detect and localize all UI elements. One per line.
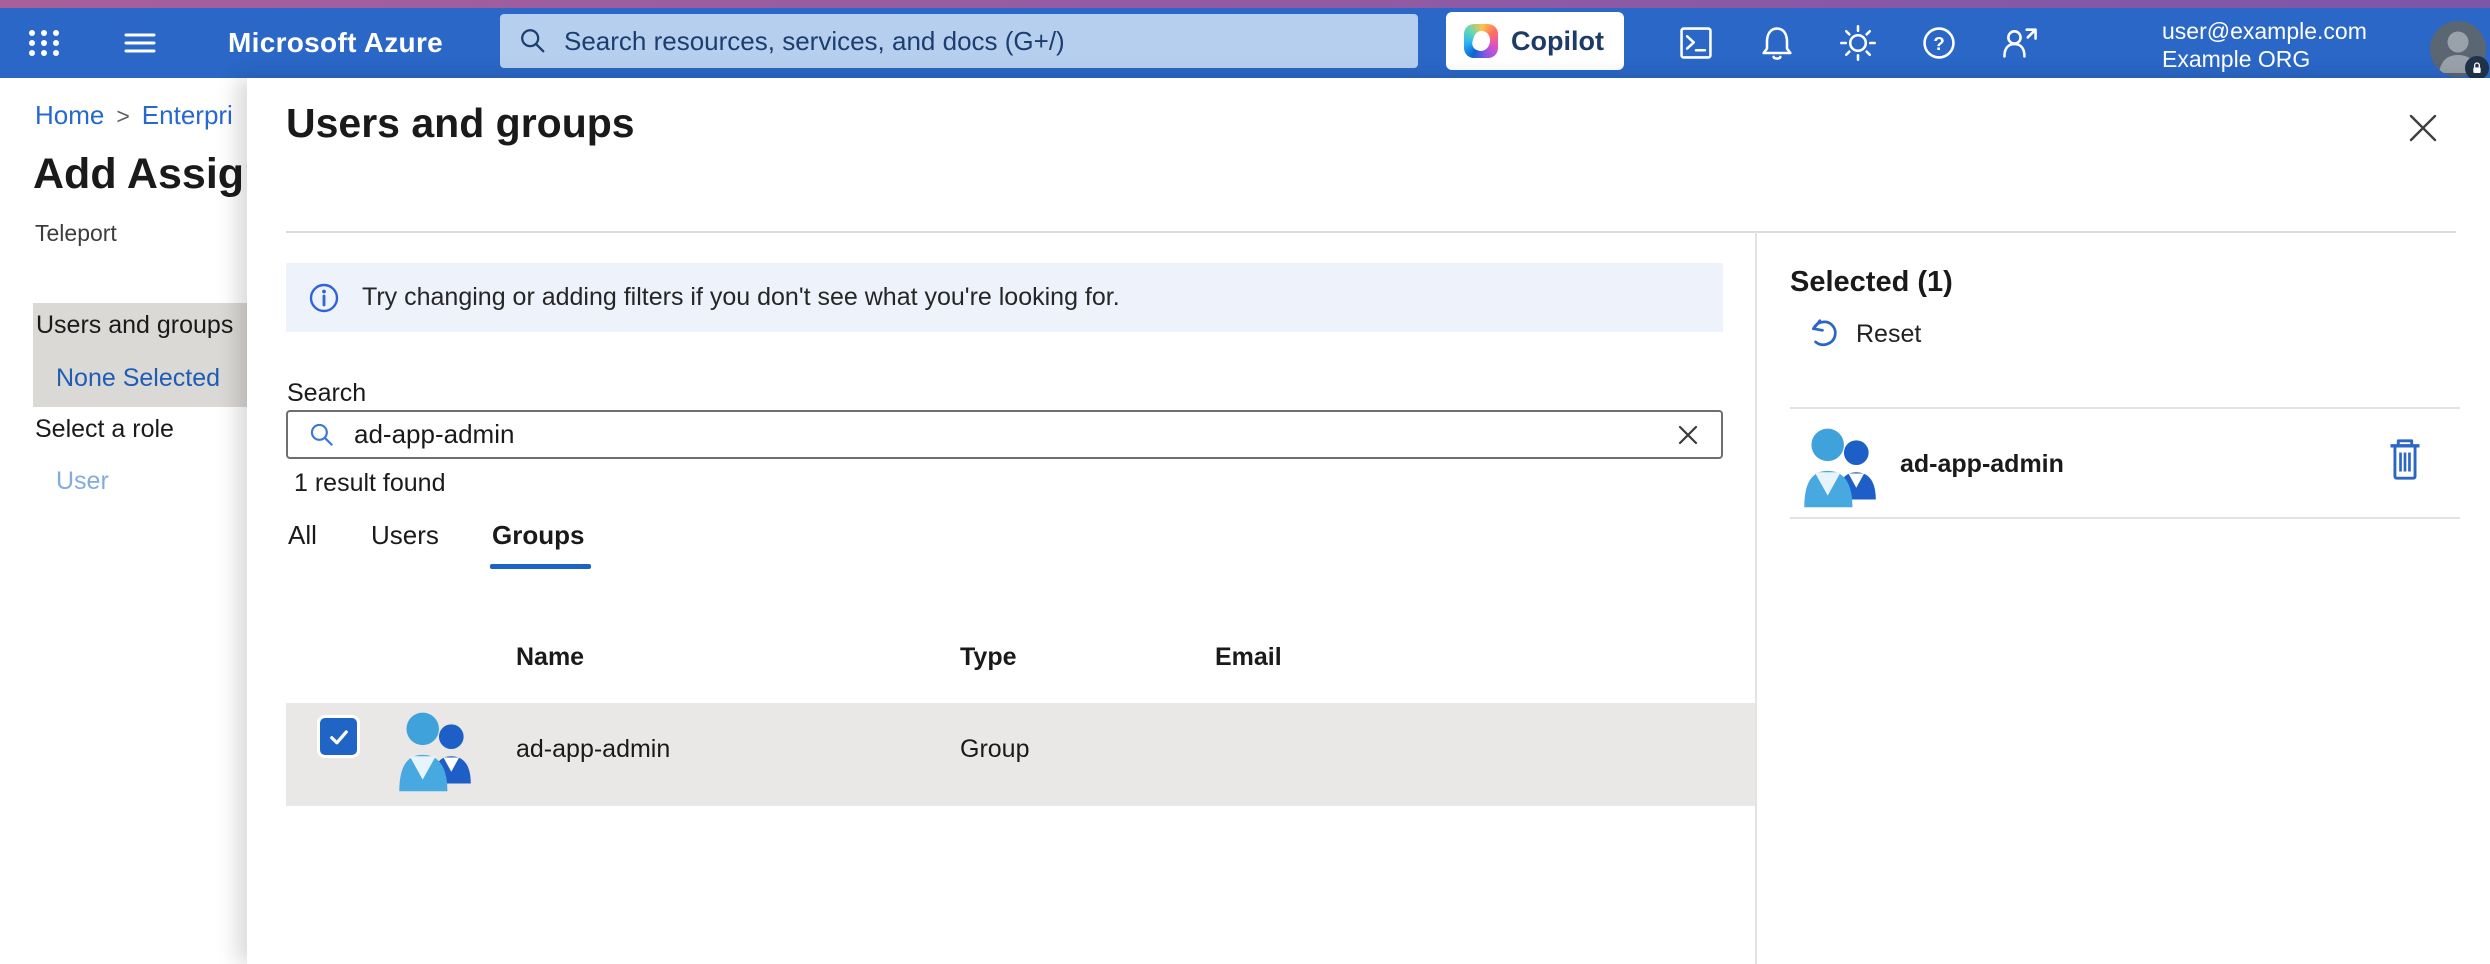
account-email: user@example.com — [2162, 17, 2367, 45]
breadcrumb-current-link[interactable]: Enterpri — [142, 100, 233, 130]
brand-title[interactable]: Microsoft Azure — [228, 26, 443, 60]
undo-icon — [1805, 316, 1841, 352]
group-icon — [1803, 428, 1881, 514]
copilot-logo-icon — [1464, 24, 1498, 58]
group-icon — [398, 712, 476, 798]
remove-item-trash-icon[interactable] — [2386, 438, 2424, 482]
users-groups-none-selected-link[interactable]: None Selected — [56, 364, 220, 393]
reset-label: Reset — [1856, 320, 1921, 349]
top-accent-strip — [0, 0, 2490, 8]
info-banner: Try changing or adding filters if you do… — [286, 263, 1723, 332]
select-role-user-link[interactable]: User — [56, 467, 109, 496]
page-subtitle: Teleport — [35, 220, 117, 247]
column-header-type[interactable]: Type — [960, 643, 1017, 672]
cloud-shell-icon[interactable] — [1676, 23, 1716, 63]
panel-search-box[interactable] — [286, 410, 1723, 459]
selected-count-title: Selected (1) — [1790, 266, 1953, 299]
breadcrumb: Home>Enterpri — [35, 100, 233, 131]
top-navigation-bar: Microsoft Azure Copilot — [0, 8, 2490, 78]
account-info[interactable]: user@example.com Example ORG — [2162, 17, 2367, 73]
column-header-name[interactable]: Name — [516, 643, 584, 672]
azure-portal-screen: Microsoft Azure Copilot — [0, 0, 2490, 964]
users-and-groups-panel: Users and groups Try changing or adding … — [247, 78, 2490, 964]
panel-vertical-divider — [1755, 232, 1757, 964]
copilot-button[interactable]: Copilot — [1446, 12, 1624, 70]
search-field-label: Search — [287, 379, 366, 408]
hamburger-menu-icon[interactable] — [120, 23, 160, 63]
app-launcher-icon[interactable] — [24, 23, 64, 63]
account-org: Example ORG — [2162, 45, 2367, 73]
avatar[interactable] — [2430, 21, 2486, 77]
search-icon — [308, 421, 336, 449]
close-icon[interactable] — [2403, 108, 2443, 148]
active-tab-underline — [490, 564, 591, 569]
reset-button[interactable]: Reset — [1805, 316, 1921, 352]
panel-header-divider — [286, 231, 2456, 233]
breadcrumb-separator: > — [104, 103, 141, 129]
svg-text:?: ? — [1933, 34, 1945, 55]
table-row[interactable]: ad-app-admin Group — [286, 703, 1755, 806]
clear-search-icon[interactable] — [1675, 422, 1701, 448]
global-search-bar[interactable] — [500, 14, 1418, 68]
select-role-section-label: Select a role — [35, 415, 174, 444]
panel-search-input[interactable] — [354, 419, 1675, 450]
row-checkbox[interactable] — [320, 718, 357, 755]
users-groups-section-label: Users and groups — [36, 311, 233, 340]
notifications-bell-icon[interactable] — [1757, 23, 1797, 63]
lock-badge-icon — [2465, 56, 2489, 80]
global-search-input[interactable] — [564, 26, 1400, 57]
results-count-text: 1 result found — [294, 469, 446, 498]
tab-groups[interactable]: Groups — [492, 520, 584, 551]
tab-users[interactable]: Users — [371, 520, 439, 551]
search-icon — [518, 26, 548, 56]
breadcrumb-home-link[interactable]: Home — [35, 100, 104, 130]
help-icon[interactable]: ? — [1919, 23, 1959, 63]
settings-gear-icon[interactable] — [1838, 23, 1878, 63]
selected-list-divider — [1790, 517, 2460, 519]
column-header-email[interactable]: Email — [1215, 643, 1282, 672]
feedback-icon[interactable] — [2000, 23, 2040, 63]
selected-item-name: ad-app-admin — [1900, 450, 2064, 479]
info-icon — [308, 282, 340, 314]
row-type-cell: Group — [960, 735, 1029, 764]
copilot-label: Copilot — [1511, 26, 1604, 57]
tab-all[interactable]: All — [288, 520, 317, 551]
row-name-cell: ad-app-admin — [516, 735, 670, 764]
selected-list-divider — [1790, 407, 2460, 409]
panel-title: Users and groups — [286, 100, 635, 147]
info-banner-text: Try changing or adding filters if you do… — [362, 283, 1120, 312]
